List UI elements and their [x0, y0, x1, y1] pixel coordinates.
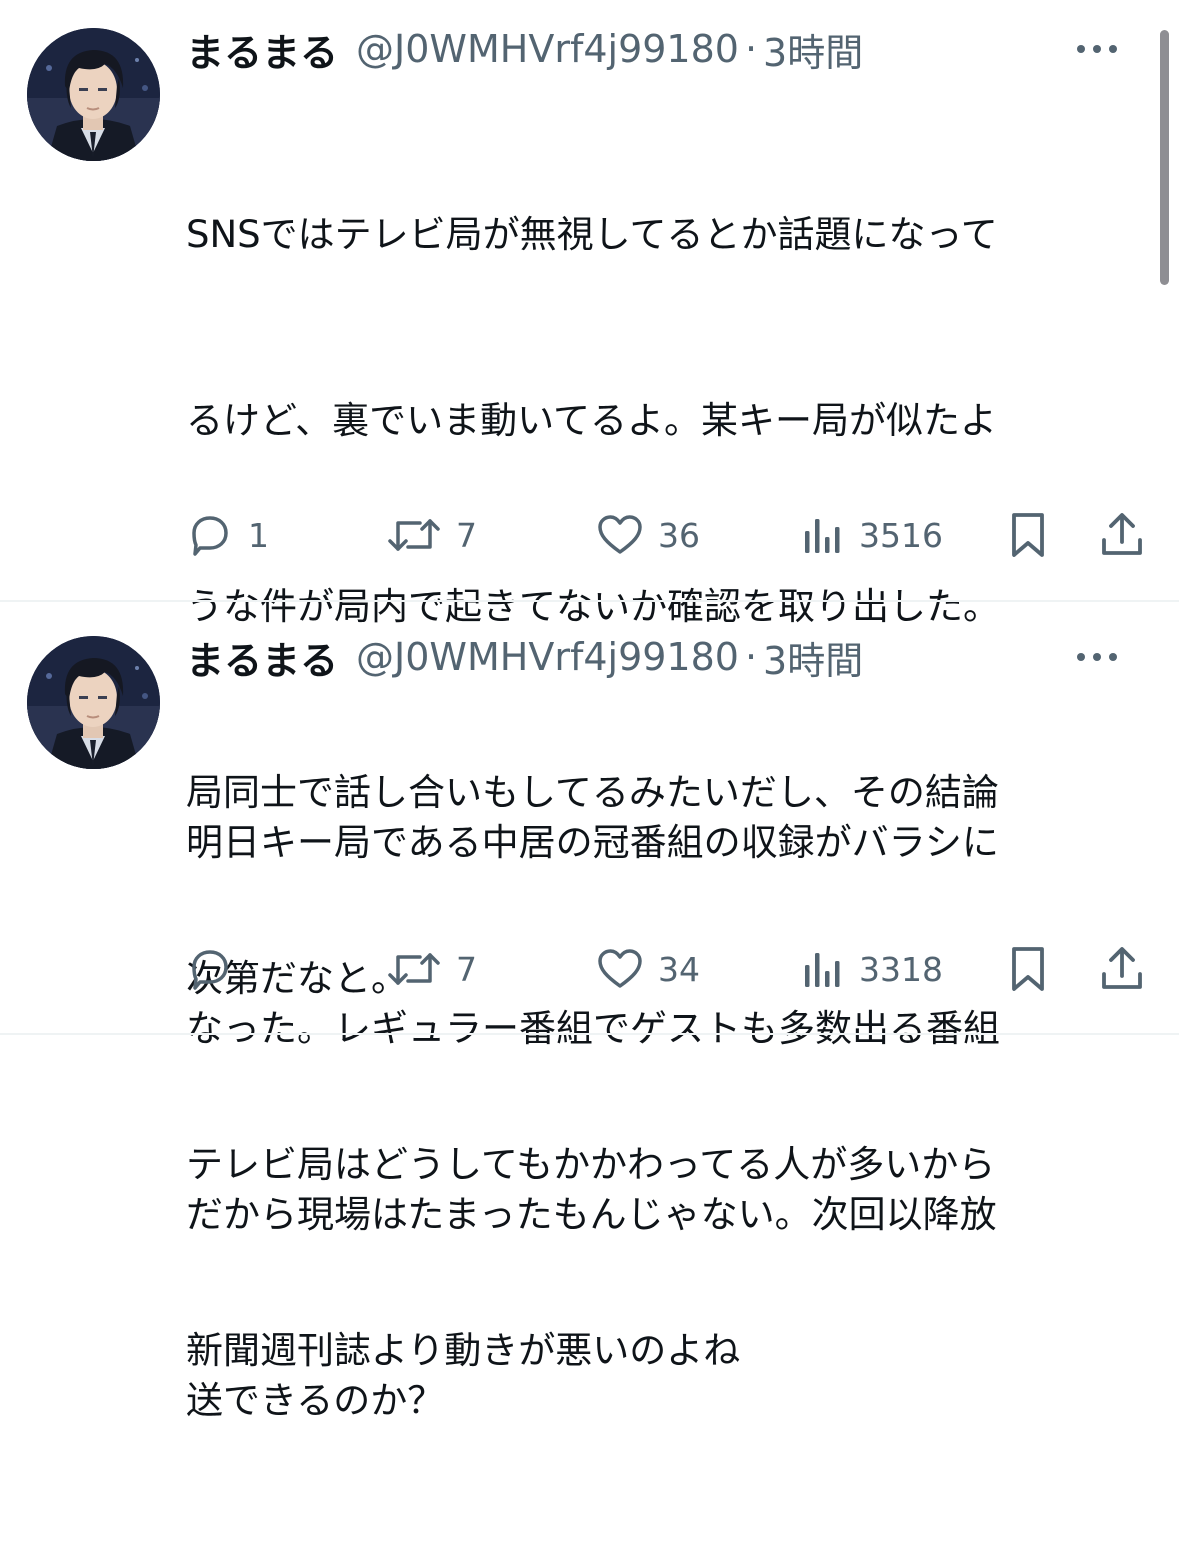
avatar[interactable] — [27, 636, 160, 769]
repost-button[interactable]: 7 — [386, 510, 477, 560]
reply-bubble-icon — [192, 516, 228, 556]
separator-dot: · — [744, 635, 758, 679]
views-button[interactable]: 3318 — [801, 944, 943, 994]
scrollbar[interactable] — [1160, 30, 1169, 285]
more-dots-icon[interactable] — [1075, 42, 1119, 56]
tweet[interactable]: まるまる @J0WMHVrf4j99180 · 3時間 明日キー局である中居の冠… — [0, 602, 1179, 1422]
user-handle[interactable]: @J0WMHVrf4j99180 — [356, 635, 739, 679]
like-count: 34 — [658, 949, 700, 989]
tweet-header: まるまる @J0WMHVrf4j99180 · 3時間 — [186, 21, 1139, 77]
views-bars-icon — [805, 953, 840, 987]
tweet-divider — [0, 1033, 1179, 1035]
avatar-portrait-icon — [27, 28, 160, 161]
separator-dot: · — [744, 27, 758, 71]
tweet-text-line: なった。レギュラー番組でゲストも多数出る番組 — [186, 1007, 1000, 1050]
avatar[interactable] — [27, 28, 160, 161]
bookmark-icon — [1012, 947, 1044, 991]
repost-arrows-icon — [388, 519, 440, 551]
repost-count: 7 — [456, 949, 477, 989]
share-upload-icon — [1102, 947, 1142, 989]
view-count: 3516 — [859, 515, 943, 555]
repost-count: 7 — [456, 515, 477, 555]
timestamp[interactable]: 3時間 — [763, 22, 863, 77]
tweet[interactable]: まるまる @J0WMHVrf4j99180 · 3時間 SNSではテレビ局が無視… — [0, 0, 1179, 1372]
reply-count: 1 — [248, 515, 269, 555]
tweet-text: 明日キー局である中居の冠番組の収録がバラシに なった。レギュラー番組でゲストも多… — [186, 688, 1126, 1556]
share-upload-icon — [1102, 513, 1142, 555]
avatar-portrait-icon — [27, 636, 160, 769]
reply-button[interactable]: 1 — [186, 510, 269, 560]
views-button[interactable]: 3516 — [801, 510, 943, 560]
action-bar: 1 7 36 3516 — [186, 510, 1146, 560]
display-name[interactable]: まるまる — [186, 630, 338, 685]
timestamp[interactable]: 3時間 — [763, 630, 863, 685]
tweet-text-line: 明日キー局である中居の冠番組の収録がバラシに — [186, 821, 999, 864]
like-button[interactable]: 36 — [596, 510, 700, 560]
bookmark-button[interactable] — [1006, 944, 1050, 994]
heart-icon — [598, 515, 642, 554]
bookmark-icon — [1012, 513, 1044, 557]
tweet-text-line: るけど、裏でいま動いてるよ。某キー局が似たよ — [186, 399, 998, 442]
bookmark-button[interactable] — [1006, 510, 1050, 560]
display-name[interactable]: まるまる — [186, 22, 338, 77]
user-handle[interactable]: @J0WMHVrf4j99180 — [356, 27, 739, 71]
share-button[interactable] — [1098, 944, 1146, 994]
views-bars-icon — [805, 519, 840, 553]
reply-button[interactable] — [186, 944, 248, 994]
like-button[interactable]: 34 — [596, 944, 700, 994]
tweet-text-line: だから現場はたまったもんじゃない。次回以降放 — [186, 1193, 997, 1236]
tweet-text-line: SNSではテレビ局が無視してるとか話題になって — [186, 213, 998, 256]
tweet-text-line: 送できるのか？ — [186, 1379, 445, 1422]
tweet-header: まるまる @J0WMHVrf4j99180 · 3時間 — [186, 629, 1139, 685]
view-count: 3318 — [859, 949, 943, 989]
repost-button[interactable]: 7 — [386, 944, 477, 994]
like-count: 36 — [658, 515, 700, 555]
repost-arrows-icon — [388, 953, 440, 985]
heart-icon — [598, 949, 642, 988]
action-bar: 7 34 3318 — [186, 944, 1146, 994]
share-button[interactable] — [1098, 510, 1146, 560]
more-dots-icon[interactable] — [1075, 650, 1119, 664]
reply-bubble-icon — [192, 950, 228, 990]
